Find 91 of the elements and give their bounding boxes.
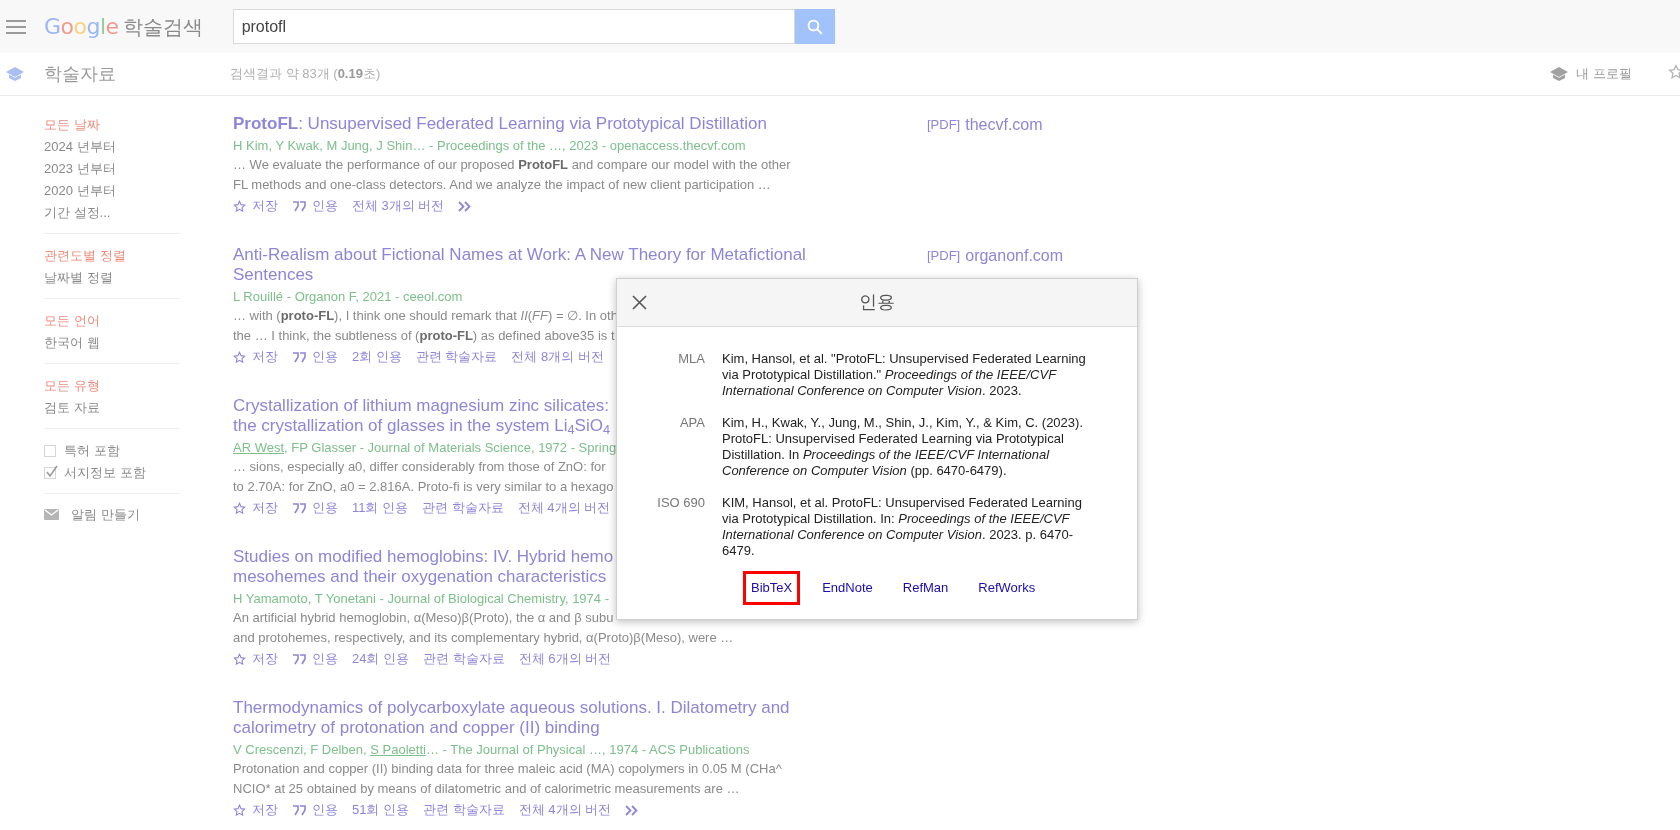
result-source: H Yamamoto, T Yonetani - Journal of Biological Chemistry, 1974 - (233, 590, 609, 608)
star-icon (233, 350, 246, 364)
quote-icon (292, 351, 306, 363)
result-source: H Kim, Y Kwak, M Jung, J Shin… - Proceedings of the …, 2023 - openaccess.thecvf.com (233, 137, 746, 155)
result-title[interactable]: ProtoFL: Unsupervised Federated Learning via Prototypical Distillation (233, 114, 927, 134)
result-snippet: … sions, especially a0, differ considerably from those of ZnO: for to 2.70A: for ZnO, a0 = 2.816A. Proto-fi is very similar to a hexago (233, 458, 614, 496)
export-link[interactable]: BibTeX (743, 571, 801, 605)
result-source: , FP Glasser - Journal of Materials Science, 1972 - Spring (284, 439, 617, 457)
citation-text: KIM, Hansol, et al. ProtoFL: Unsupervised Federated Learning via Prototypical Distillation. In: Proceedings of the IEEE/CVF International Conference on Computer Vision. 2023. p. 6470-6479. (722, 495, 1083, 559)
cite-link[interactable]: 인용 (292, 497, 338, 519)
citation-style: MLA (677, 351, 705, 368)
export-link[interactable]: RefMan (894, 571, 957, 605)
author-link[interactable]: S Paoletti (370, 740, 426, 759)
citation-style: APA (678, 415, 705, 432)
result-source: V Crescenzi, F Delben, (233, 741, 368, 759)
result-link[interactable]: 전체 4개의 버전 (517, 497, 611, 519)
search-field[interactable]: protofl (232, 9, 795, 44)
cite-link[interactable]: 인용 (292, 648, 338, 670)
filter-option[interactable]: 2020 년부터 (44, 180, 180, 202)
filter-option[interactable]: 2023 년부터 (44, 158, 180, 180)
filter-option[interactable]: 모든 날짜 (44, 114, 180, 136)
result-link[interactable]: 11회 인용 (352, 497, 409, 519)
result-snippet: … We evaluate the performance of our proposed ProtoFL and compare our model with the other FL methods and one-class detectors. And we analyze the impact of new client participation … (233, 156, 791, 194)
search-button[interactable] (794, 9, 835, 44)
close-icon (631, 295, 647, 310)
result-link[interactable]: 2회 인용 (352, 346, 402, 368)
filter-option[interactable]: 관련도별 정렬 (44, 245, 180, 267)
result-source: L Rouillé - Organon F, 2021 - ceeol.com (233, 288, 463, 306)
result-link[interactable]: 전체 8개의 버전 (511, 346, 604, 368)
save-link[interactable]: 저장 (233, 497, 278, 519)
graduation-cap-icon (6, 66, 24, 82)
save-link[interactable]: 저장 (233, 799, 278, 821)
export-link[interactable]: RefWorks (970, 571, 1044, 605)
citation-text: Kim, Hansol, et al. "ProtoFL: Unsupervised Federated Learning via Prototypical Distillation." Proceedings of the IEEE/CVF International Conference on Computer Vision. 2023. (722, 351, 1087, 399)
result-snippet: Protonation and copper (II) binding data for three maleic acid (MA) copolymers in 0.05 M (CHa^ NCIO* at 25 obtained by means of dilatometric and of calorimetric measurements are … (233, 760, 782, 798)
checkbox[interactable] (44, 467, 56, 479)
menu-icon[interactable] (6, 19, 26, 34)
star-icon (233, 501, 246, 515)
option-label: 특허 포함 (64, 442, 120, 460)
graduation-cap-icon (1550, 66, 1569, 82)
quote-icon (292, 502, 306, 514)
fulltext-link[interactable]: [PDF] organonf.com (927, 246, 1064, 266)
result-title[interactable]: Anti-Realism about Fictional Names at Work: A New Theory for Metafictional Sentences (233, 245, 927, 285)
result-link[interactable]: 관련 학술자료 (423, 648, 505, 670)
result-link[interactable]: 전체 4개의 버전 (518, 799, 612, 821)
cite-link[interactable]: 인용 (292, 346, 338, 368)
result-source: … - The Journal of Physical …, 1974 - ACS Publications (425, 741, 750, 759)
double-chevron-icon[interactable] (458, 200, 473, 212)
star-icon (233, 652, 246, 666)
section-title: 학술자료 (44, 62, 116, 86)
citation-style: ISO 690 (656, 495, 705, 512)
cite-link[interactable]: 인용 (292, 799, 338, 821)
star-icon (233, 199, 246, 213)
result-title[interactable]: Thermodynamics of polycarboxylate aqueous solutions. I. Dilatometry and calorimetry of protonation and copper (II) binding (233, 698, 927, 738)
option-label: 서지정보 포함 (64, 464, 146, 482)
star-icon (1668, 64, 1680, 80)
result-link[interactable]: 관련 학술자료 (422, 497, 504, 519)
citation-text: Kim, H., Kwak, Y., Jung, M., Shin, J., Kim, Y., & Kim, C. (2023). ProtoFL: Unsupervised Federated Learning via Prototypical Distillation. In Proceedings of the IEEE/CVF International Conference on Computer Vision (pp. 6470-6479). (722, 415, 1084, 479)
quote-icon (292, 653, 306, 665)
save-link[interactable]: 저장 (233, 346, 278, 368)
result-link[interactable]: 51회 인용 (352, 799, 410, 821)
dialog-title: 인용 (859, 291, 895, 314)
filter-option[interactable]: 한국어 웹 (44, 332, 180, 354)
filter-option[interactable]: 기간 설정... (44, 202, 180, 224)
quote-icon (292, 200, 306, 212)
result-link[interactable]: 관련 학술자료 (415, 346, 498, 368)
filter-option[interactable]: 검토 자료 (44, 397, 180, 419)
result-count: 검색결과 약 83개 (0.19초) (230, 65, 381, 84)
result-link[interactable]: 전체 3개의 버전 (352, 195, 445, 217)
double-chevron-icon[interactable] (625, 804, 640, 816)
save-link[interactable]: 저장 (233, 648, 278, 670)
filter-option[interactable]: 2024 년부터 (44, 136, 180, 158)
mail-icon (44, 509, 59, 521)
quote-icon (292, 804, 306, 816)
checkbox[interactable] (44, 445, 56, 457)
result-link[interactable]: 전체 6개의 버전 (518, 648, 612, 670)
save-link[interactable]: 저장 (233, 195, 278, 217)
filter-option[interactable]: 모든 언어 (44, 310, 180, 332)
profile-link[interactable]: 내 프로필 (1576, 64, 1632, 84)
result-link[interactable]: 관련 학술자료 (423, 799, 505, 821)
export-link[interactable]: EndNote (814, 571, 881, 605)
result-link[interactable]: 24회 인용 (352, 648, 410, 670)
filter-option[interactable]: 모든 유형 (44, 375, 180, 397)
create-alert-link[interactable]: 알림 만들기 (71, 505, 140, 525)
logo[interactable]: Google 학술검색 (44, 13, 203, 40)
cite-link[interactable]: 인용 (292, 195, 338, 217)
search-icon (805, 17, 824, 36)
fulltext-link[interactable]: [PDF] thecvf.com (927, 115, 1043, 135)
filter-option[interactable]: 날짜별 정렬 (44, 267, 180, 289)
result-snippet: An artificial hybrid hemoglobin, α(Meso)β(Proto), the α and β subu and protohemes, respectively, and its complementary hybrid, α(Proto)β(Meso), were … (233, 609, 734, 647)
star-icon (233, 803, 246, 817)
